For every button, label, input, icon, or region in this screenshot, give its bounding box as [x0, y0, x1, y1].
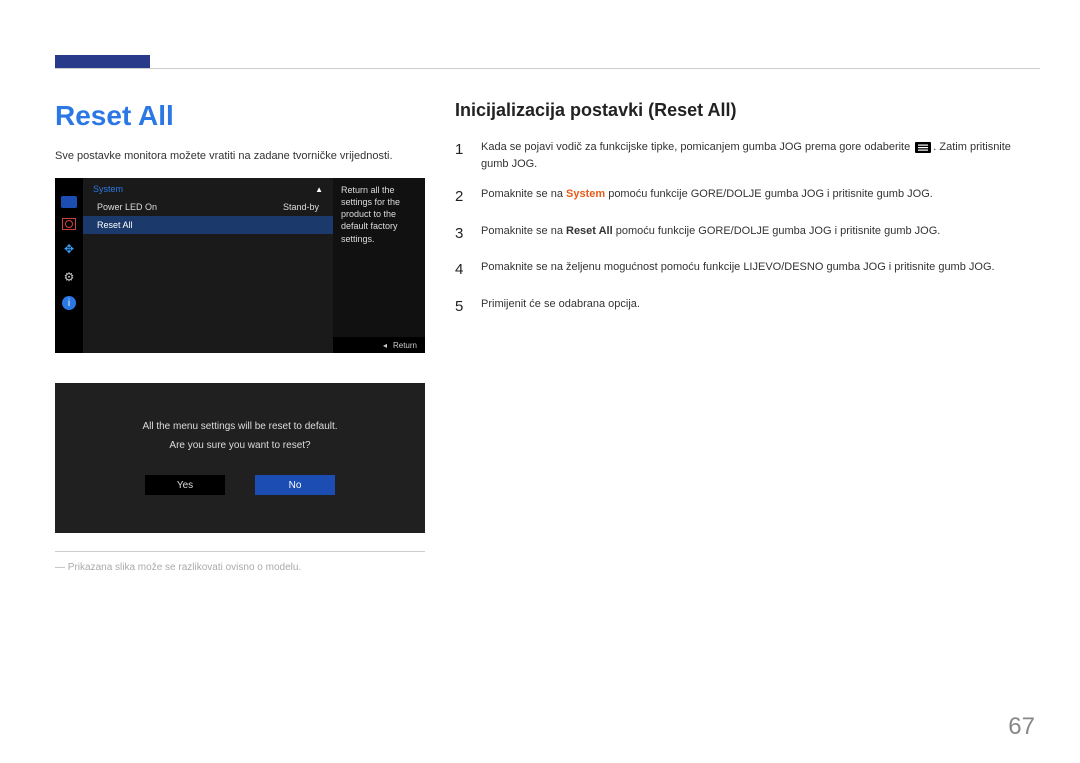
step-5: 5 Primijenit će se odabrana opcija. — [455, 296, 1040, 319]
osd-footer-label: Return — [393, 341, 417, 350]
step-text: Pomaknite se na System pomoću funkcije G… — [481, 186, 1040, 209]
move-icon: ✥ — [60, 240, 78, 258]
page-title: Reset All — [55, 100, 425, 132]
osd-row-power-led: Power LED On Stand-by — [83, 198, 333, 216]
footnote-text: Prikazana slika može se razlikovati ovis… — [55, 562, 425, 573]
osd-menu-screenshot: ✥ ⚙ i System ▲ Power LED On Stand-by Res… — [55, 178, 425, 353]
monitor-icon — [61, 196, 77, 208]
footnote-divider — [55, 551, 425, 552]
dialog-buttons: Yes No — [145, 475, 335, 495]
dialog-no-button: No — [255, 475, 335, 495]
step-text: Pomaknite se na Reset All pomoću funkcij… — [481, 223, 1040, 246]
osd-row-value: Stand-by — [283, 202, 319, 212]
left-column: Reset All Sve postavke monitora možete v… — [55, 100, 425, 573]
step-number: 4 — [455, 259, 467, 282]
section-title: Inicijalizacija postavki (Reset All) — [455, 100, 1040, 121]
steps-list: 1 Kada se pojavi vodič za funkcijske tip… — [455, 139, 1040, 318]
header-accent-bar — [55, 55, 150, 68]
dialog-message-1: All the menu settings will be reset to d… — [142, 421, 337, 432]
dialog-yes-button: Yes — [145, 475, 225, 495]
right-column: Inicijalizacija postavki (Reset All) 1 K… — [455, 100, 1040, 573]
step-number: 2 — [455, 186, 467, 209]
confirm-dialog-screenshot: All the menu settings will be reset to d… — [55, 383, 425, 533]
keyword-system: System — [566, 188, 605, 200]
keyword-reset-all: Reset All — [566, 225, 613, 237]
page-number: 67 — [1008, 713, 1035, 741]
osd-row-reset-all: Reset All — [83, 216, 333, 234]
step-number: 3 — [455, 223, 467, 246]
up-arrow-icon: ▲ — [315, 185, 323, 194]
step-number: 1 — [455, 139, 467, 172]
info-icon: i — [62, 296, 76, 310]
intro-text: Sve postavke monitora možete vratiti na … — [55, 150, 425, 162]
osd-row-label: Reset All — [97, 220, 133, 230]
osd-description: Return all the settings for the product … — [333, 178, 425, 353]
osd-footer: Return — [333, 337, 425, 353]
step-3: 3 Pomaknite se na Reset All pomoću funkc… — [455, 223, 1040, 246]
dialog-message-2: Are you sure you want to reset? — [169, 440, 310, 451]
step-2: 2 Pomaknite se na System pomoću funkcije… — [455, 186, 1040, 209]
step-1: 1 Kada se pojavi vodič za funkcijske tip… — [455, 139, 1040, 172]
header-rule — [55, 68, 1040, 69]
menu-icon — [915, 142, 931, 153]
step-text: Kada se pojavi vodič za funkcijske tipke… — [481, 139, 1040, 172]
step-text: Primijenit će se odabrana opcija. — [481, 296, 1040, 319]
page-content: Reset All Sve postavke monitora možete v… — [55, 100, 1040, 573]
step-text: Pomaknite se na željenu mogućnost pomoću… — [481, 259, 1040, 282]
osd-center-panel: System ▲ Power LED On Stand-by Reset All — [83, 178, 333, 353]
step-4: 4 Pomaknite se na željenu mogućnost pomo… — [455, 259, 1040, 282]
gear-icon: ⚙ — [60, 268, 78, 286]
step-number: 5 — [455, 296, 467, 319]
osd-menu-header: System ▲ — [83, 184, 333, 198]
osd-menu-title: System — [93, 184, 123, 194]
osd-row-label: Power LED On — [97, 202, 157, 212]
picture-icon — [62, 218, 76, 230]
osd-sidebar: ✥ ⚙ i — [55, 178, 83, 353]
